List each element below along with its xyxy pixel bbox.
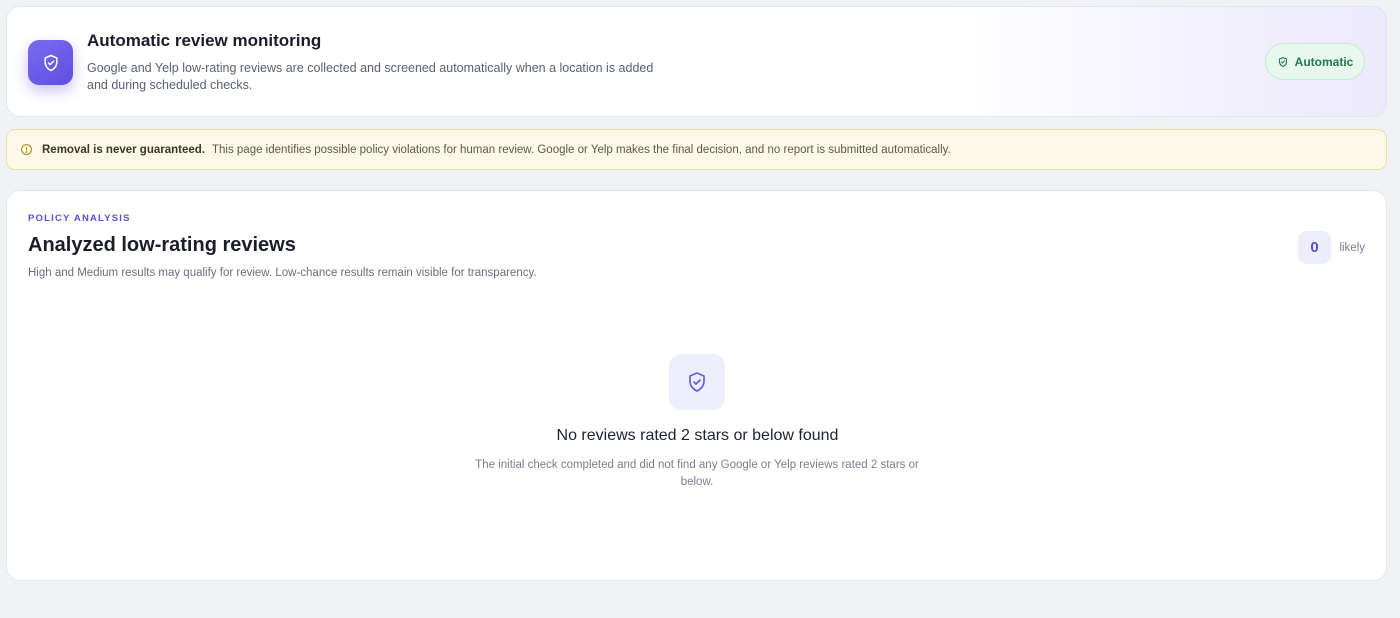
warning-strong-text: Removal is never guaranteed. — [42, 143, 205, 156]
monitoring-card: Automatic review monitoring Google and Y… — [6, 6, 1387, 117]
shield-check-icon — [1278, 56, 1287, 67]
analysis-description: High and Medium results may qualify for … — [28, 267, 537, 279]
shield-check-icon — [669, 354, 725, 410]
monitoring-title: Automatic review monitoring — [87, 31, 322, 50]
warning-text: This page identifies possible policy vio… — [211, 143, 951, 156]
likely-count-label: likely — [1339, 242, 1365, 254]
section-eyebrow: POLICY ANALYSIS — [28, 213, 131, 224]
info-circle-icon — [20, 143, 33, 156]
removal-warning-banner: Removal is never guaranteed. This page i… — [6, 129, 1387, 170]
policy-analysis-card: POLICY ANALYSIS Analyzed low-rating revi… — [6, 190, 1387, 581]
automatic-status-badge: Automatic — [1265, 43, 1365, 80]
empty-state-title: No reviews rated 2 stars or below found — [556, 427, 839, 444]
automatic-badge-label: Automatic — [1294, 54, 1354, 69]
shield-check-icon — [28, 40, 73, 85]
page: Automatic review monitoring Google and Y… — [0, 0, 1400, 618]
analysis-title: Analyzed low-rating reviews — [28, 234, 296, 256]
monitoring-description: Google and Yelp low-rating reviews are c… — [87, 61, 654, 92]
likely-count: 0 — [1298, 231, 1331, 264]
empty-state-description: The initial check completed and did not … — [475, 459, 919, 488]
